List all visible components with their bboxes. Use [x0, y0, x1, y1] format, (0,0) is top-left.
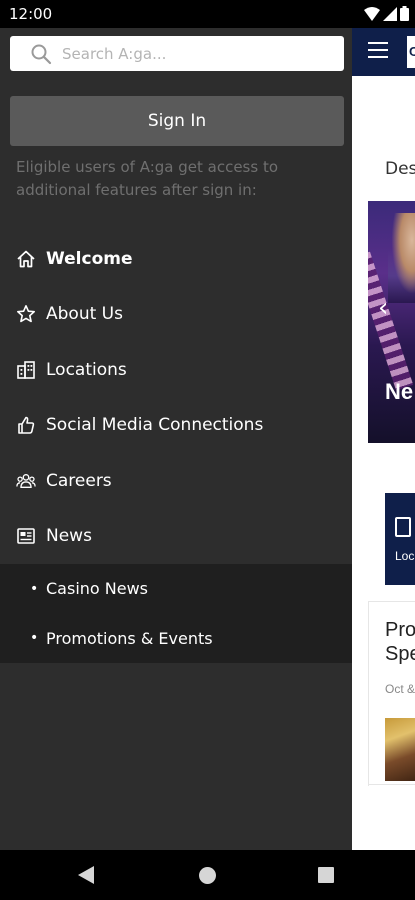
- app-header: C: [352, 28, 415, 76]
- nav-item-label: About Us: [46, 304, 123, 325]
- thumbs-up-icon: [16, 415, 36, 435]
- sub-item-label: Casino News: [46, 579, 149, 599]
- home-icon: [16, 249, 36, 269]
- recents-icon[interactable]: [318, 867, 334, 883]
- search-icon: [31, 44, 52, 65]
- app-section-label: Des: [385, 159, 415, 179]
- news-card-title-line1: Pro: [385, 619, 415, 641]
- locations-card-label: Loc: [395, 549, 415, 563]
- battery-icon: [400, 6, 409, 21]
- nav-item-news[interactable]: News: [0, 509, 352, 565]
- sub-item-label: Promotions & Events: [46, 628, 213, 648]
- divider: [368, 784, 415, 785]
- newspaper-icon: [16, 526, 36, 546]
- nav-item-social-media[interactable]: Social Media Connections: [0, 398, 352, 454]
- nav-item-careers[interactable]: Careers: [0, 453, 352, 509]
- bullet-icon: •: [30, 580, 39, 597]
- home-button-icon[interactable]: [199, 867, 216, 884]
- drawer-nav: Welcome About Us Locations Social Media …: [0, 231, 352, 663]
- bullet-icon: •: [30, 630, 39, 647]
- hero-caption: Ne: [385, 379, 414, 404]
- search-input[interactable]: [62, 36, 332, 71]
- nav-item-locations[interactable]: Locations: [0, 342, 352, 398]
- sub-item-casino-news[interactable]: • Casino News: [0, 564, 352, 614]
- nav-item-label: News: [46, 526, 92, 547]
- news-card-date: Oct &: [385, 682, 415, 696]
- nav-item-label: Careers: [46, 470, 112, 491]
- building-icon: [395, 517, 411, 537]
- people-icon: [16, 471, 36, 491]
- signal-icon: [383, 6, 397, 21]
- navigation-drawer: Sign In Eligible users of A:ga get acces…: [0, 28, 352, 850]
- app-logo: C: [407, 36, 415, 68]
- hero-image-person: [388, 213, 415, 303]
- nav-item-label: Social Media Connections: [46, 415, 264, 436]
- building-icon: [16, 360, 36, 380]
- back-icon[interactable]: [78, 866, 94, 884]
- hamburger-menu-icon[interactable]: [368, 42, 388, 60]
- nav-item-welcome[interactable]: Welcome: [0, 231, 352, 287]
- news-card-title-line2: Spe: [385, 643, 415, 665]
- news-submenu: • Casino News • Promotions & Events: [0, 564, 352, 663]
- sign-in-button[interactable]: Sign In: [10, 96, 344, 146]
- star-icon: [16, 304, 36, 324]
- hero-carousel[interactable]: ‹ Ne: [368, 201, 415, 443]
- system-nav-bar: [0, 850, 415, 900]
- status-time: 12:00: [9, 5, 53, 23]
- status-bar: 12:00: [0, 0, 415, 28]
- chevron-left-icon[interactable]: ‹: [378, 293, 388, 323]
- background-app: C Des ‹ Ne Loc Pro Spe Oct &: [352, 28, 415, 850]
- sign-in-note: Eligible users of A:ga get access to add…: [16, 158, 279, 199]
- sub-item-promotions-events[interactable]: • Promotions & Events: [0, 614, 352, 664]
- status-icons: [364, 6, 409, 21]
- wifi-icon: [364, 6, 380, 21]
- nav-item-label: Welcome: [46, 248, 133, 269]
- news-card-title: Pro Spe: [385, 618, 415, 666]
- nav-item-label: Locations: [46, 359, 127, 380]
- search-box[interactable]: [10, 36, 344, 71]
- nav-item-about-us[interactable]: About Us: [0, 287, 352, 343]
- news-card-thumbnail: [385, 718, 415, 781]
- locations-card[interactable]: Loc: [385, 493, 415, 585]
